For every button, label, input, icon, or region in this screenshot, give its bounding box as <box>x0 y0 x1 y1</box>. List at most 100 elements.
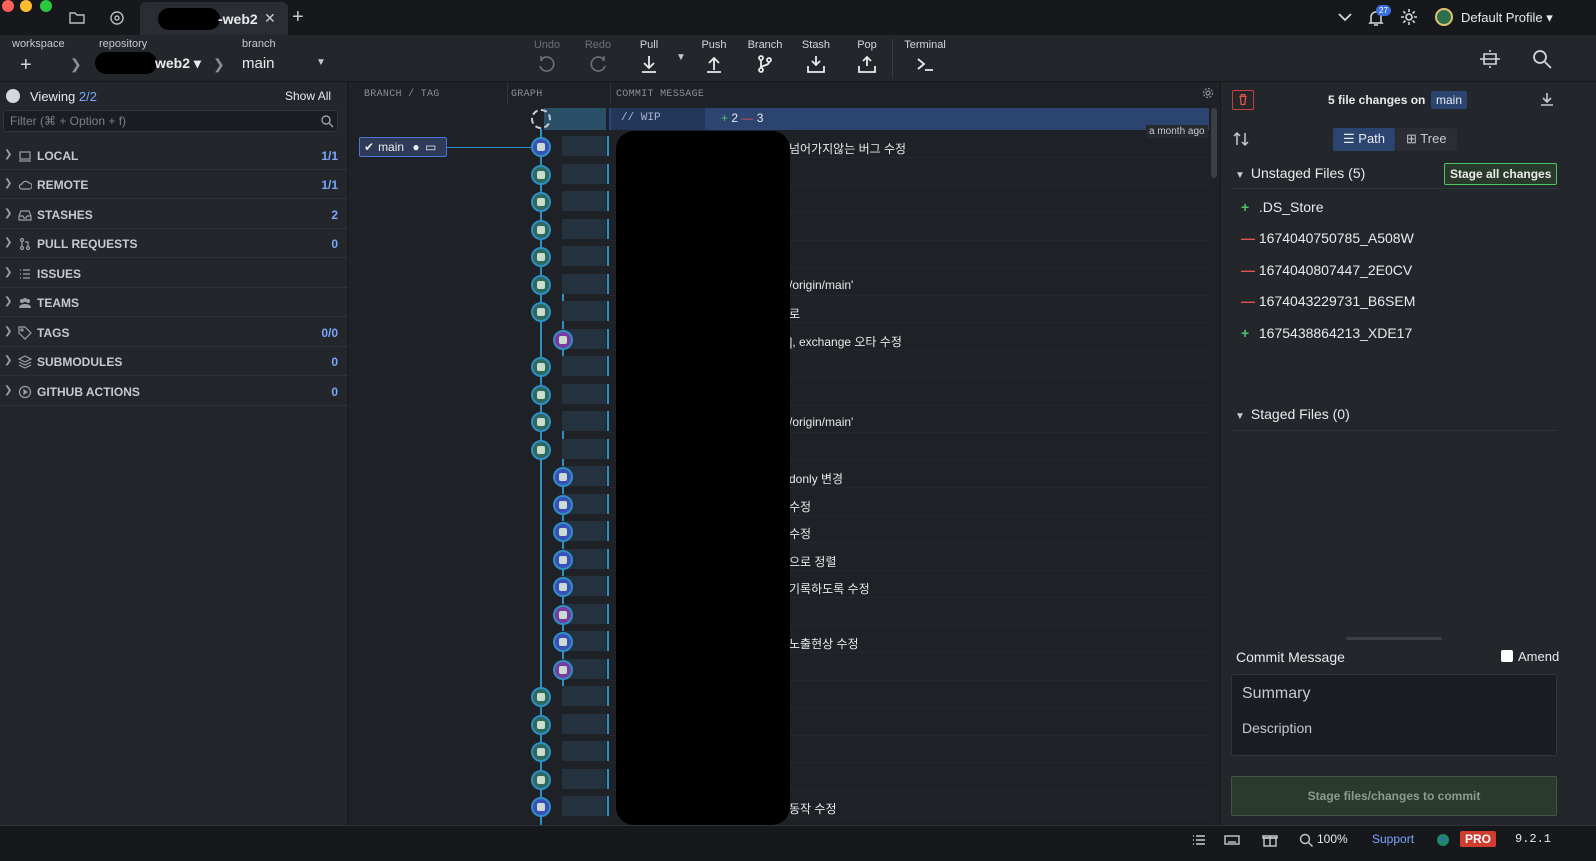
commit-avatar-node[interactable] <box>553 632 573 652</box>
description-input[interactable] <box>1242 720 1542 736</box>
branch-button[interactable]: Branch <box>740 35 790 82</box>
commit-avatar-node[interactable] <box>531 384 551 405</box>
layout-toggle-icon[interactable] <box>1478 47 1502 71</box>
minimize-window-button[interactable] <box>20 0 32 12</box>
commit-avatar-node[interactable] <box>553 522 573 542</box>
branch-selector[interactable]: main <box>242 55 275 72</box>
close-window-button[interactable] <box>2 0 14 12</box>
column-header-commit-message[interactable]: COMMIT MESSAGE <box>616 89 704 100</box>
search-icon[interactable] <box>1530 47 1554 71</box>
gear-icon[interactable] <box>1202 87 1214 99</box>
column-header-graph[interactable]: GRAPH <box>511 89 543 100</box>
unstaged-file-item[interactable]: — 1674043229731_B6SEM <box>1241 293 1415 309</box>
commit-avatar-node[interactable] <box>531 357 551 377</box>
vertical-scrollbar[interactable] <box>1211 108 1217 178</box>
sidebar-section-pull-requests[interactable]: ❯ PULL REQUESTS 0 <box>0 229 348 258</box>
commit-avatar-node[interactable] <box>553 659 573 680</box>
commit-avatar-node[interactable] <box>553 329 573 350</box>
gitkraken-icon[interactable] <box>1435 832 1451 848</box>
sort-icon[interactable] <box>1233 131 1249 147</box>
branch-dropdown-icon[interactable]: ▼ <box>316 57 326 68</box>
commit-avatar-node[interactable] <box>553 577 573 597</box>
unstaged-file-item[interactable]: — 1674040750785_A508W <box>1241 230 1414 246</box>
summary-input[interactable] <box>1242 685 1542 703</box>
sidebar-section-issues[interactable]: ❯ ISSUES <box>0 259 348 288</box>
commit-message[interactable]: 수정 <box>789 498 811 515</box>
show-all-button[interactable]: Show All <box>285 89 331 103</box>
pro-badge[interactable]: PRO <box>1460 831 1497 847</box>
wip-node[interactable] <box>531 109 551 129</box>
gear-icon[interactable] <box>1400 8 1418 26</box>
commit-avatar-node[interactable] <box>531 797 551 817</box>
stage-all-button[interactable]: Stage all changes <box>1444 163 1558 185</box>
folder-icon[interactable] <box>68 9 86 27</box>
maximize-window-button[interactable] <box>40 0 52 12</box>
zoom-level[interactable]: 100% <box>1317 832 1348 846</box>
repo-tab[interactable]: -web2 ✕ <box>140 2 288 35</box>
commit-message[interactable]: 기록하도록 수정 <box>789 580 870 597</box>
path-view-toggle[interactable]: ☰ Path <box>1333 128 1396 151</box>
new-tab-button[interactable]: + <box>292 6 304 29</box>
commit-avatar-node[interactable] <box>531 274 551 295</box>
commit-message[interactable]: ], exchange 오타 수정 <box>789 333 902 350</box>
commit-avatar-node[interactable] <box>553 467 573 487</box>
unstaged-files-header[interactable]: ▼ Unstaged Files (5) <box>1235 165 1365 181</box>
sidebar-section-submodules[interactable]: ❯ SUBMODULES 0 <box>0 347 348 376</box>
commit-avatar-node[interactable] <box>531 714 551 735</box>
pull-button[interactable]: Pull <box>624 35 674 82</box>
profile-avatar[interactable] <box>1435 8 1453 26</box>
tree-view-toggle[interactable]: ⊞ Tree <box>1396 128 1457 151</box>
sidebar-section-tags[interactable]: ❯ TAGS 0/0 <box>0 318 348 347</box>
repository-selector[interactable]: web2 ▾ <box>155 55 201 72</box>
redo-button[interactable]: Redo <box>573 35 623 82</box>
commit-message[interactable]: 수정 <box>789 525 811 542</box>
commit-avatar-node[interactable] <box>531 247 551 267</box>
commit-message[interactable]: /origin/main' <box>789 415 853 429</box>
keyboard-icon[interactable] <box>1224 832 1240 848</box>
zoom-icon[interactable] <box>1298 832 1314 848</box>
list-view-icon[interactable] <box>1191 832 1207 848</box>
commit-message[interactable]: 으로 정렬 <box>789 553 837 570</box>
download-icon[interactable] <box>1539 91 1555 107</box>
column-header-branch-tag[interactable]: BRANCH / TAG <box>364 89 440 100</box>
commit-message[interactable]: donly 변경 <box>789 470 843 487</box>
pull-options-icon[interactable]: ▼ <box>676 52 686 63</box>
sidebar-section-local[interactable]: ❯ LOCAL 1/1 <box>0 141 348 170</box>
staged-files-header[interactable]: ▼ Staged Files (0) <box>1235 406 1350 422</box>
commit-avatar-node[interactable] <box>531 769 551 790</box>
commit-avatar-node[interactable] <box>531 687 551 707</box>
commit-avatar-node[interactable] <box>531 192 551 212</box>
repo-switch-icon[interactable] <box>108 9 126 27</box>
sidebar-section-stashes[interactable]: ❯ STASHES 2 <box>0 200 348 229</box>
gift-icon[interactable] <box>1262 832 1278 848</box>
sidebar-section-github-actions[interactable]: ❯ GITHUB ACTIONS 0 <box>0 377 348 406</box>
sidebar-section-remote[interactable]: ❯ REMOTE 1/1 <box>0 170 348 199</box>
close-tab-icon[interactable]: ✕ <box>264 10 276 27</box>
commit-avatar-node[interactable] <box>531 412 551 432</box>
unstaged-file-item[interactable]: + 1675438864213_XDE17 <box>1241 325 1412 341</box>
commit-avatar-node[interactable] <box>531 164 551 185</box>
commit-avatar-node[interactable] <box>531 742 551 762</box>
trash-icon[interactable] <box>1232 90 1254 110</box>
commit-message[interactable]: /origin/main' <box>789 278 853 292</box>
commit-avatar-node[interactable] <box>553 494 573 515</box>
commit-message[interactable]: 넘어가지않는 버그 수정 <box>789 140 906 157</box>
unstaged-file-item[interactable]: — 1674040807447_2E0CV <box>1241 262 1412 278</box>
sidebar-section-teams[interactable]: ❯ TEAMS <box>0 288 348 317</box>
commit-message[interactable]: 로 <box>789 305 800 322</box>
branch-tag-main[interactable]: ✔ main ● ▭ <box>359 137 447 157</box>
profile-selector[interactable]: Default Profile ▾ <box>1461 10 1553 26</box>
commit-message[interactable]: 노출현상 수정 <box>789 635 859 652</box>
amend-checkbox[interactable] <box>1501 650 1513 662</box>
chevron-down-icon[interactable] <box>1336 8 1354 26</box>
stash-button[interactable]: Stash <box>791 35 841 82</box>
push-button[interactable]: Push <box>689 35 739 82</box>
commit-button[interactable]: Stage files/changes to commit <box>1231 776 1557 816</box>
commit-avatar-node[interactable] <box>531 137 551 157</box>
pop-button[interactable]: Pop <box>842 35 892 82</box>
back-arrow-icon[interactable] <box>6 89 20 103</box>
panel-resize-handle[interactable] <box>1346 637 1442 640</box>
support-link[interactable]: Support <box>1372 832 1414 846</box>
terminal-button[interactable]: Terminal <box>900 35 950 82</box>
column-divider[interactable] <box>507 82 508 104</box>
